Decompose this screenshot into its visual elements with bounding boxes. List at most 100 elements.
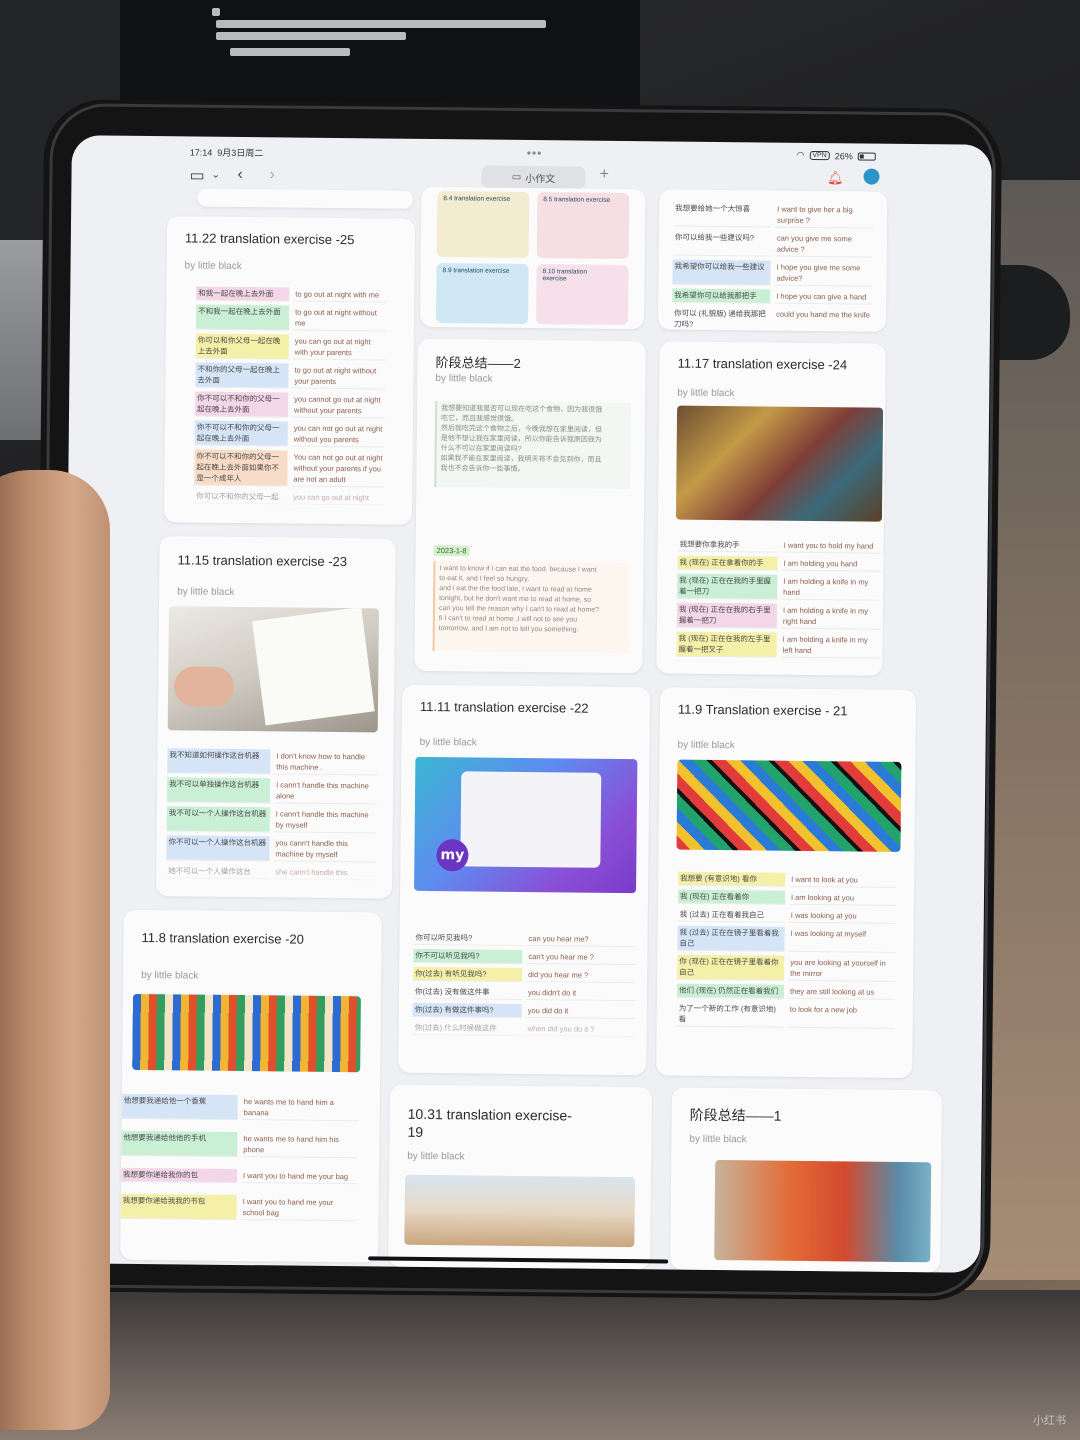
en-cell: I was looking at myself [788,926,896,953]
colorful-artwork-image [676,759,902,852]
card-11-22[interactable]: 11.22 translation exercise -25 by little… [163,216,416,525]
en-cell: I was looking at you [788,908,896,924]
en-cell: you are looking at yourself in the mirro… [788,955,896,982]
sketchbook-image [167,606,379,733]
card-partial-top-right[interactable]: 我想要给她一个大惊喜 I want to give her a big surpr… [657,189,888,332]
cloth [0,1290,1080,1440]
en-cell: could you hand me the knife [773,307,873,332]
card-author: by little black [184,260,242,272]
en-cell: I cann't handle this machine alone [273,778,378,805]
card-11-17[interactable]: 11.17 translation exercise -24 by little… [656,341,886,676]
en-cell: can you give me some advice ? [774,231,873,258]
thumbnail-8-5[interactable]: 8.5 translation exercise [536,192,630,260]
card-stage-2[interactable]: 阶段总结——2 by little black 我想要知道我是否可以现在吃这个食… [414,338,646,674]
table-row: 你不可以不和你的父母一起在晚上去外面 you can not go out at … [194,420,385,448]
card-stage-1[interactable]: 阶段总结——1 by little black [670,1087,942,1273]
thumbnail-8-9[interactable]: 8.9 translation exercise [435,263,529,324]
card-partial-top[interactable] [197,188,414,209]
card-11-8[interactable]: 11.8 translation exercise -20 by little … [120,909,382,1263]
table-row: 我 (过去) 正在在镜子里看着我自己 I was looking at mysel… [677,925,896,953]
plus-icon[interactable]: + [599,166,609,184]
thumbnail-8-4[interactable]: 8.4 translation exercise [436,191,530,259]
chevron-down-icon[interactable]: ⌄ [211,170,220,181]
cn-cell: 为了一个新的工作 (有意识地) 看 [676,1001,784,1028]
card-11-11[interactable]: 11.11 translation exercise -22 by little… [398,684,651,1076]
card-thumbnails[interactable]: 8.4 translation exercise 8.5 translation… [419,186,646,330]
table-row: 你 (现在) 正在在镜子里看着你自己 you are looking at you… [677,954,896,982]
card-10-31[interactable]: 10.31 translation exercise-19 by little … [388,1084,652,1270]
cn-cell: 我希望你可以给我那把手 [672,288,771,304]
table-row: 我想要你递给我你的包 I want you to hand me your bag [120,1167,358,1185]
en-cell: I want you to hand me your school bag [240,1195,357,1222]
monitor-text-line [212,8,220,16]
cn-cell: 你不可以不和你的父母一起在晚上去外面 [194,391,289,418]
cn-cell: 他想要我递给他他的手机 [121,1130,238,1158]
cn-cell: 我 (现在) 正在在我的手里握着一把刀 [677,573,778,600]
sidebar-icon[interactable]: ▭ [189,165,204,185]
multitasking-dots-icon[interactable]: ••• [527,146,543,160]
table-row: 我 (现在) 正在看着你 I am looking at you [677,889,897,906]
pencils-image [675,405,884,522]
table-row: 我不可以单独操作这台机器 I cann't handle this machine… [166,777,378,805]
table-row: 你可以和你父母一起在晚上去外面 you can go out at night w… [195,333,386,361]
forward-icon[interactable]: › [269,166,275,184]
cn-cell: 我希望你可以给我一些建议 [672,259,771,286]
bell-icon[interactable]: 🔔︎ [827,170,844,186]
translation-table: 我想要 (有意识地) 看你 I want to look at you 我 (现在… [676,871,897,1033]
en-cell: I want you to hold my hand [781,538,882,554]
cn-cell: 你不可以不和你的父母一起在晚上去外面 [194,420,288,447]
en-cell: to go out at night without me [292,305,387,332]
table-row: 你不可以一个人操作这台机器 you cann't handle this mach… [166,835,377,863]
tab-title[interactable]: ▭ 小作文 [481,165,586,189]
en-cell: you did do it [525,1004,635,1020]
cn-cell: 你(过去) 没有做这件事 [412,984,523,1000]
translation-table: 我想要给她一个大惊喜 I want to give her a big surpr… [671,201,874,332]
en-cell: I am holding a knife in my hand [781,574,882,601]
table-row: 你(过去) 没有做这件事 you didn't do it [412,984,636,1002]
cn-cell: 我 (过去) 正在在镜子里看着我自己 [677,925,785,952]
store-logo-text: my [440,847,465,864]
en-cell: I hope you give me some advice? [774,260,873,287]
en-cell: he wants me to hand him his phone [241,1132,358,1159]
card-author: by little black [407,1150,465,1163]
cn-cell: 我 (现在) 正在看着你 [677,889,786,905]
en-cell: you didn't do it [525,986,636,1002]
en-cell: I am holding you hand [781,556,882,572]
hand [0,470,110,1430]
cn-cell: 我不知道如何操作这台机器 [167,748,271,775]
hand-in-image [173,666,235,707]
cn-cell: 他想要我递给他一个香蕉 [121,1093,238,1121]
table-row: 你不可以不和你的父母一起在晚上去外面 you cannot go out at n… [194,391,386,419]
cn-cell: 我想要 (有意识地) 看你 [678,871,786,887]
card-title: 11.17 translation exercise -24 [677,355,848,373]
cn-cell: 你可以给我一些建议吗? [672,230,771,257]
card-11-15[interactable]: 11.15 translation exercise -23 by little… [155,536,396,899]
table-row: 他想要我递给他他的手机 he wants me to hand him his p… [121,1130,358,1159]
en-cell: I cann't handle this machine by myself [273,807,377,834]
en-cell: I don't know how to handle this machine … [274,749,378,776]
avatar[interactable] [863,168,880,185]
cn-cell: 你不可以听见我吗? [413,948,523,964]
table-row: 我想要 (有意识地) 看你 I want to look at you [678,871,897,888]
card-author: by little black [689,1133,747,1146]
en-cell: did you hear me ? [526,968,636,984]
table-row: 我 (现在) 正在在我的手里握着一把刀 I am holding a knife … [677,573,882,601]
cn-cell: 你(过去) 有做这件事吗? [412,1002,522,1018]
battery-icon [857,151,876,161]
monitor-text-line [230,48,350,56]
back-icon[interactable]: ‹ [237,166,243,184]
en-cell: I want you to hand me your bag [240,1169,358,1185]
watermark: 小红书 [1033,1414,1066,1427]
en-cell: when did you do it ? [525,1022,635,1038]
cn-cell: 你可以不和你的父母一起 [194,489,288,505]
table-row: 不和我一起在晚上去外面 to go out at night without me [195,304,387,332]
card-11-9[interactable]: 11.9 Translation exercise - 21 by little… [656,687,917,1079]
table-row: 我想要你拿我的手 I want you to hold my hand [677,537,882,554]
thumbnail-8-10[interactable]: 8.10 translation exercise [535,264,629,326]
table-row: 我希望你可以给我那把手 I hope you can give a hand [672,288,873,305]
en-cell: you can go out at night [291,490,385,506]
cn-cell: 我不可以一个人操作这台机器 [166,806,270,833]
en-cell: can't you hear me ? [526,950,636,966]
cn-cell: 不和你的父母一起在晚上去外面 [195,362,289,389]
table-row: 他们 (现在) 仍然正在看着我们 they are still looking a… [676,983,896,1000]
